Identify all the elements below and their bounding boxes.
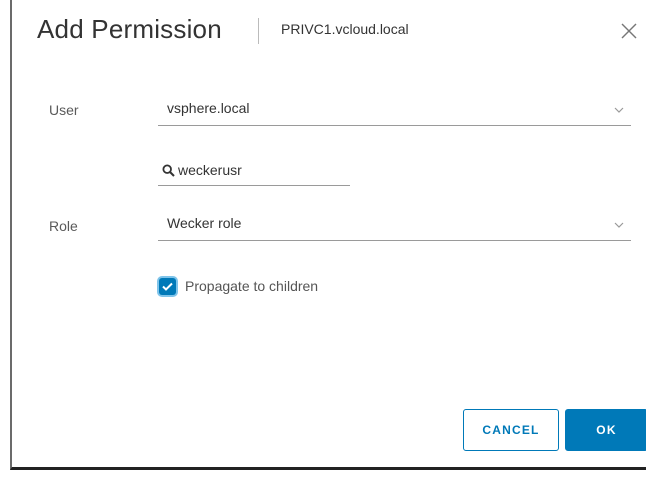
- title-divider: [258, 18, 259, 44]
- chevron-down-icon: [614, 107, 624, 113]
- role-value: Wecker role: [167, 215, 242, 231]
- search-icon: [162, 164, 175, 177]
- propagate-label[interactable]: Propagate to children: [185, 278, 318, 294]
- page: Add Permission PRIVC1.vcloud.local User …: [0, 0, 646, 477]
- user-domain-value: vsphere.local: [167, 100, 250, 116]
- chevron-down-icon: [614, 222, 624, 228]
- close-icon: [621, 23, 637, 39]
- role-select[interactable]: Wecker role: [158, 211, 631, 241]
- ok-button[interactable]: OK: [565, 409, 646, 451]
- user-search-input[interactable]: [178, 162, 338, 178]
- dialog-title: Add Permission: [37, 14, 222, 44]
- role-label: Role: [49, 218, 78, 234]
- user-domain-select[interactable]: vsphere.local: [158, 96, 631, 126]
- checkmark-icon: [162, 282, 173, 291]
- close-button[interactable]: [618, 20, 640, 42]
- add-permission-dialog: Add Permission PRIVC1.vcloud.local User …: [10, 0, 646, 470]
- cancel-button[interactable]: CANCEL: [463, 409, 559, 451]
- user-search-field[interactable]: [158, 158, 350, 186]
- dialog-subtitle: PRIVC1.vcloud.local: [281, 21, 409, 37]
- propagate-checkbox[interactable]: [159, 278, 176, 295]
- user-label: User: [49, 102, 79, 118]
